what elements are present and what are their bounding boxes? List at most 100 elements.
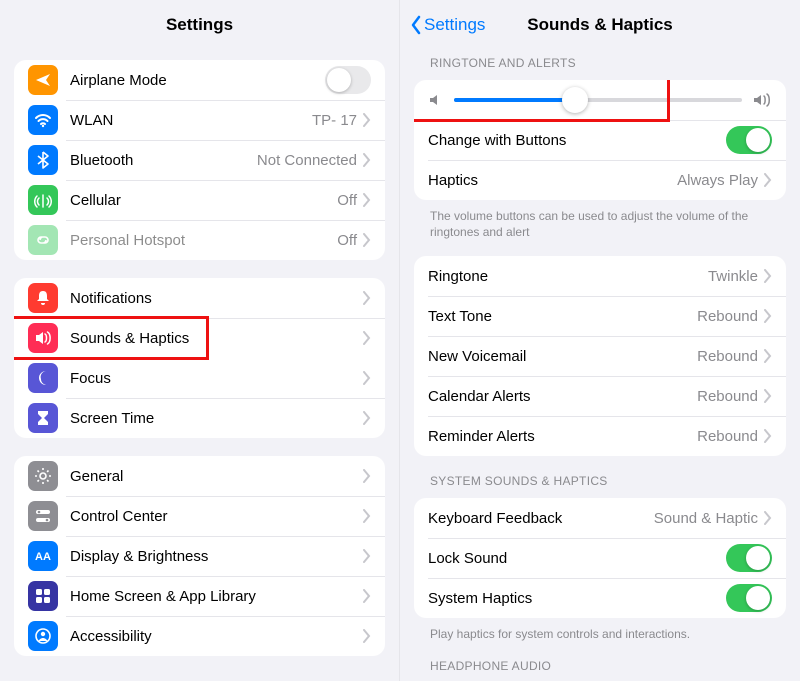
airplane-row[interactable]: Airplane Mode (14, 60, 385, 100)
chevron-right-icon (363, 113, 371, 127)
chevron-right-icon (363, 469, 371, 483)
system-footer: Play haptics for system controls and int… (430, 626, 770, 642)
bluetooth-icon (28, 145, 58, 175)
display-row[interactable]: AA Display & Brightness (14, 536, 385, 576)
change-with-buttons-toggle[interactable] (726, 126, 772, 154)
system-haptics-row[interactable]: System Haptics (414, 578, 786, 618)
reminder-row[interactable]: Reminder AlertsRebound (414, 416, 786, 456)
row-label: New Voicemail (428, 348, 697, 365)
haptics-row[interactable]: Haptics Always Play (414, 160, 786, 200)
chevron-right-icon (363, 411, 371, 425)
wifi-icon (28, 105, 58, 135)
row-value: Off (337, 192, 357, 209)
chevron-right-icon (363, 331, 371, 345)
calendar-row[interactable]: Calendar AlertsRebound (414, 376, 786, 416)
texttone-row[interactable]: Text ToneRebound (414, 296, 786, 336)
ringtone-footer: The volume buttons can be used to adjust… (430, 208, 770, 240)
chevron-right-icon (363, 371, 371, 385)
bell-icon (28, 283, 58, 313)
headphone-section-header: HEADPHONE AUDIO (430, 659, 770, 673)
row-label: General (70, 468, 363, 485)
grid-icon (28, 581, 58, 611)
row-value: Off (337, 232, 357, 249)
keyboard-feedback-row[interactable]: Keyboard Feedback Sound & Haptic (414, 498, 786, 538)
row-label: Control Center (70, 508, 363, 525)
row-label: Cellular (70, 192, 337, 209)
row-label: Keyboard Feedback (428, 510, 654, 527)
speaker-low-icon (428, 92, 444, 108)
row-value: Rebound (697, 308, 758, 325)
row-value: Rebound (697, 428, 758, 445)
bluetooth-row[interactable]: BluetoothNot Connected (14, 140, 385, 180)
chevron-right-icon (363, 629, 371, 643)
ringtone-row[interactable]: RingtoneTwinkle (414, 256, 786, 296)
controlcenter-row[interactable]: Control Center (14, 496, 385, 536)
notifications-group: NotificationsSounds & Haptics Focus Screen… (14, 278, 385, 438)
cellular-row[interactable]: CellularOff (14, 180, 385, 220)
connectivity-group: Airplane ModeWLANTP- 17BluetoothNot Conn… (14, 60, 385, 260)
svg-text:AA: AA (35, 551, 51, 563)
row-value: Rebound (697, 388, 758, 405)
row-value: Rebound (697, 348, 758, 365)
chevron-right-icon (363, 193, 371, 207)
voicemail-row[interactable]: New VoicemailRebound (414, 336, 786, 376)
focus-row[interactable]: Focus (14, 358, 385, 398)
row-label: System Haptics (428, 590, 726, 607)
back-button[interactable]: Settings (410, 15, 485, 35)
sounds-header: Settings Sounds & Haptics (400, 0, 800, 50)
ringer-volume-slider-row[interactable] (414, 80, 786, 120)
tones-group: RingtoneTwinkleText ToneReboundNew Voice… (414, 256, 786, 456)
change-with-buttons-row[interactable]: Change with Buttons (414, 120, 786, 160)
sun-icon: AA (28, 541, 58, 571)
chevron-right-icon (363, 589, 371, 603)
row-label: Screen Time (70, 410, 363, 427)
row-label: Haptics (428, 172, 677, 189)
chevron-right-icon (764, 349, 772, 363)
wlan-row[interactable]: WLANTP- 17 (14, 100, 385, 140)
chevron-right-icon (363, 233, 371, 247)
settings-header: Settings (0, 0, 399, 50)
row-value: Twinkle (708, 268, 758, 285)
chevron-right-icon (764, 389, 772, 403)
ringtone-section-header: RINGTONE AND ALERTS (430, 56, 770, 70)
sounds-row[interactable]: Sounds & Haptics (14, 318, 385, 358)
accessibility-row[interactable]: Accessibility (14, 616, 385, 656)
hotspot-row[interactable]: Personal HotspotOff (14, 220, 385, 260)
speaker-high-icon (752, 92, 772, 108)
screentime-row[interactable]: Screen Time (14, 398, 385, 438)
airplane-toggle[interactable] (325, 66, 371, 94)
volume-slider[interactable] (454, 98, 742, 102)
chevron-right-icon (764, 429, 772, 443)
general-group: General Control Center AA Display & Brightn… (14, 456, 385, 656)
row-label: Text Tone (428, 308, 697, 325)
system-group: Keyboard Feedback Sound & Haptic Lock So… (414, 498, 786, 618)
row-label: Home Screen & App Library (70, 588, 363, 605)
slider-thumb[interactable] (562, 87, 588, 113)
row-value: Not Connected (257, 152, 357, 169)
hourglass-icon (28, 403, 58, 433)
row-value: Sound & Haptic (654, 510, 758, 527)
link-icon (28, 225, 58, 255)
notifications-row[interactable]: Notifications (14, 278, 385, 318)
row-value: TP- 17 (312, 112, 357, 129)
row-label: Display & Brightness (70, 548, 363, 565)
chevron-right-icon (764, 309, 772, 323)
speaker-icon (28, 323, 58, 353)
row-label: Lock Sound (428, 550, 726, 567)
general-row[interactable]: General (14, 456, 385, 496)
chevron-right-icon (764, 173, 772, 187)
lock-sound-row[interactable]: Lock Sound (414, 538, 786, 578)
row-label: Calendar Alerts (428, 388, 697, 405)
system-haptics-toggle[interactable] (726, 584, 772, 612)
home-row[interactable]: Home Screen & App Library (14, 576, 385, 616)
back-label: Settings (424, 15, 485, 35)
lock-sound-toggle[interactable] (726, 544, 772, 572)
system-section-header: SYSTEM SOUNDS & HAPTICS (430, 474, 770, 488)
row-label: Bluetooth (70, 152, 257, 169)
row-label: WLAN (70, 112, 312, 129)
row-label: Focus (70, 370, 363, 387)
ringtone-group: Change with Buttons Haptics Always Play (414, 80, 786, 200)
row-label: Change with Buttons (428, 132, 726, 149)
row-value: Always Play (677, 172, 758, 189)
chevron-right-icon (363, 291, 371, 305)
